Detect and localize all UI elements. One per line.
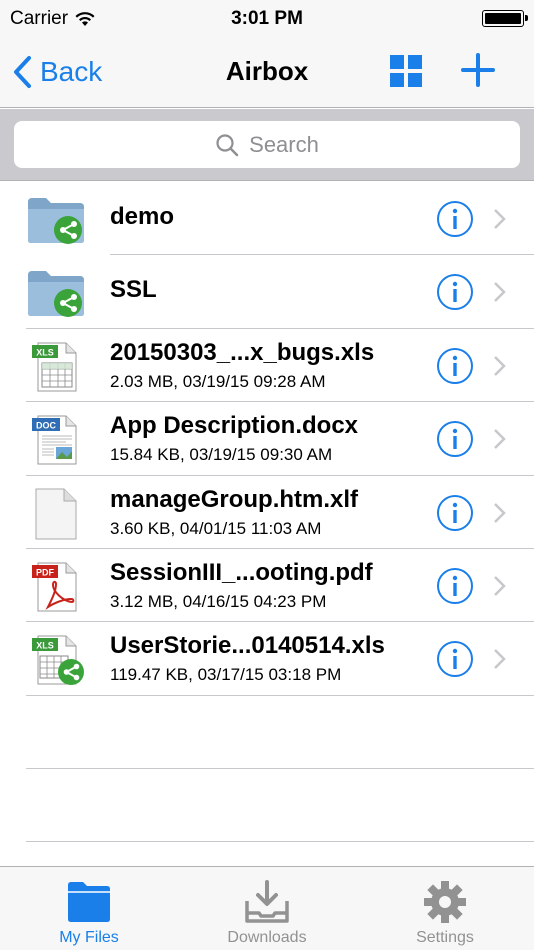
svg-text:PDF: PDF: [36, 567, 55, 577]
list-item[interactable]: manageGroup.htm.xlf 3.60 KB, 04/01/15 11…: [0, 476, 534, 549]
navigation-bar: Back Airbox: [0, 38, 534, 108]
svg-text:DOC: DOC: [36, 421, 57, 431]
pdf-file-icon: PDF: [32, 562, 77, 612]
row-divider: [26, 841, 534, 842]
chevron-right-icon[interactable]: [493, 208, 507, 230]
gear-icon: [424, 881, 466, 923]
search-icon: [216, 133, 239, 156]
file-meta: 2.03 MB, 03/19/15 09:28 AM: [110, 371, 326, 391]
chevron-right-icon[interactable]: [493, 575, 507, 597]
list-item[interactable]: demo: [0, 182, 534, 256]
chevron-right-icon[interactable]: [493, 281, 507, 303]
list-item[interactable]: DOC App Description.docx 15.84 KB, 03/19…: [0, 402, 534, 476]
tab-my-files[interactable]: My Files: [0, 867, 178, 950]
file-name: App Description.docx: [110, 412, 359, 440]
search-input[interactable]: Search: [14, 121, 520, 168]
page-title: Airbox: [225, 56, 309, 86]
file-name: SSL: [110, 276, 157, 304]
svg-text:XLS: XLS: [36, 347, 54, 357]
chevron-right-icon[interactable]: [493, 428, 507, 450]
status-bar: Carrier 3:01 PM: [0, 0, 534, 38]
row-divider: [26, 694, 534, 696]
file-meta: 15.84 KB, 03/19/15 09:30 AM: [110, 445, 333, 465]
blank-file-icon: [35, 488, 77, 540]
tab-downloads[interactable]: Downloads: [178, 867, 356, 950]
shared-folder-icon: [28, 198, 84, 244]
tab-bar: My Files Downloads Settings: [0, 866, 534, 950]
file-name: UserStorie...0140514.xls: [110, 632, 385, 660]
info-icon[interactable]: [436, 347, 474, 385]
list-item[interactable]: XLS 20150303_...x_bugs.xls 2.03 MB, 03/1…: [0, 329, 534, 403]
info-icon[interactable]: [436, 494, 474, 532]
file-meta: 3.12 MB, 04/16/15 04:23 PM: [110, 591, 327, 611]
file-name: 20150303_...x_bugs.xls: [110, 338, 375, 366]
doc-file-icon: DOC: [32, 415, 77, 465]
list-item[interactable]: SSL: [0, 255, 534, 329]
xls-file-icon: XLS: [32, 342, 77, 392]
info-icon[interactable]: [436, 567, 474, 605]
battery-icon: [482, 10, 528, 27]
add-icon[interactable]: [460, 52, 496, 88]
file-name: SessionIII_...ooting.pdf: [110, 558, 373, 586]
info-icon[interactable]: [436, 640, 474, 678]
download-tray-icon: [245, 880, 289, 923]
search-placeholder: Search: [249, 131, 319, 157]
file-list: demo SSL XLS 20150303_...x_bugs.xls 2.03…: [0, 182, 534, 696]
chevron-right-icon[interactable]: [493, 502, 507, 524]
info-icon[interactable]: [436, 273, 474, 311]
tab-label: My Files: [59, 929, 119, 946]
tab-label: Downloads: [227, 929, 307, 946]
tab-settings[interactable]: Settings: [356, 867, 534, 950]
chevron-right-icon[interactable]: [493, 355, 507, 377]
file-meta: 3.60 KB, 04/01/15 11:03 AM: [110, 518, 322, 538]
search-bar-container: Search: [0, 109, 534, 181]
list-item[interactable]: XLS UserStorie...0140514.xls 119.47 KB, …: [0, 622, 534, 696]
info-icon[interactable]: [436, 420, 474, 458]
row-divider: [26, 768, 534, 769]
folder-icon: [68, 882, 110, 922]
chevron-right-icon[interactable]: [493, 648, 507, 670]
file-name: demo: [110, 203, 175, 230]
file-meta: 119.47 KB, 03/17/15 03:18 PM: [110, 665, 342, 685]
grid-view-icon[interactable]: [389, 54, 423, 88]
file-name: manageGroup.htm.xlf: [110, 485, 359, 513]
status-time: 3:01 PM: [231, 8, 303, 29]
list-item[interactable]: PDF SessionIII_...ooting.pdf 3.12 MB, 04…: [0, 549, 534, 623]
shared-folder-icon: [28, 271, 84, 318]
shared-xls-file-icon: XLS: [32, 635, 84, 686]
tab-label: Settings: [416, 929, 474, 946]
info-icon[interactable]: [436, 200, 474, 238]
svg-text:XLS: XLS: [36, 641, 54, 651]
